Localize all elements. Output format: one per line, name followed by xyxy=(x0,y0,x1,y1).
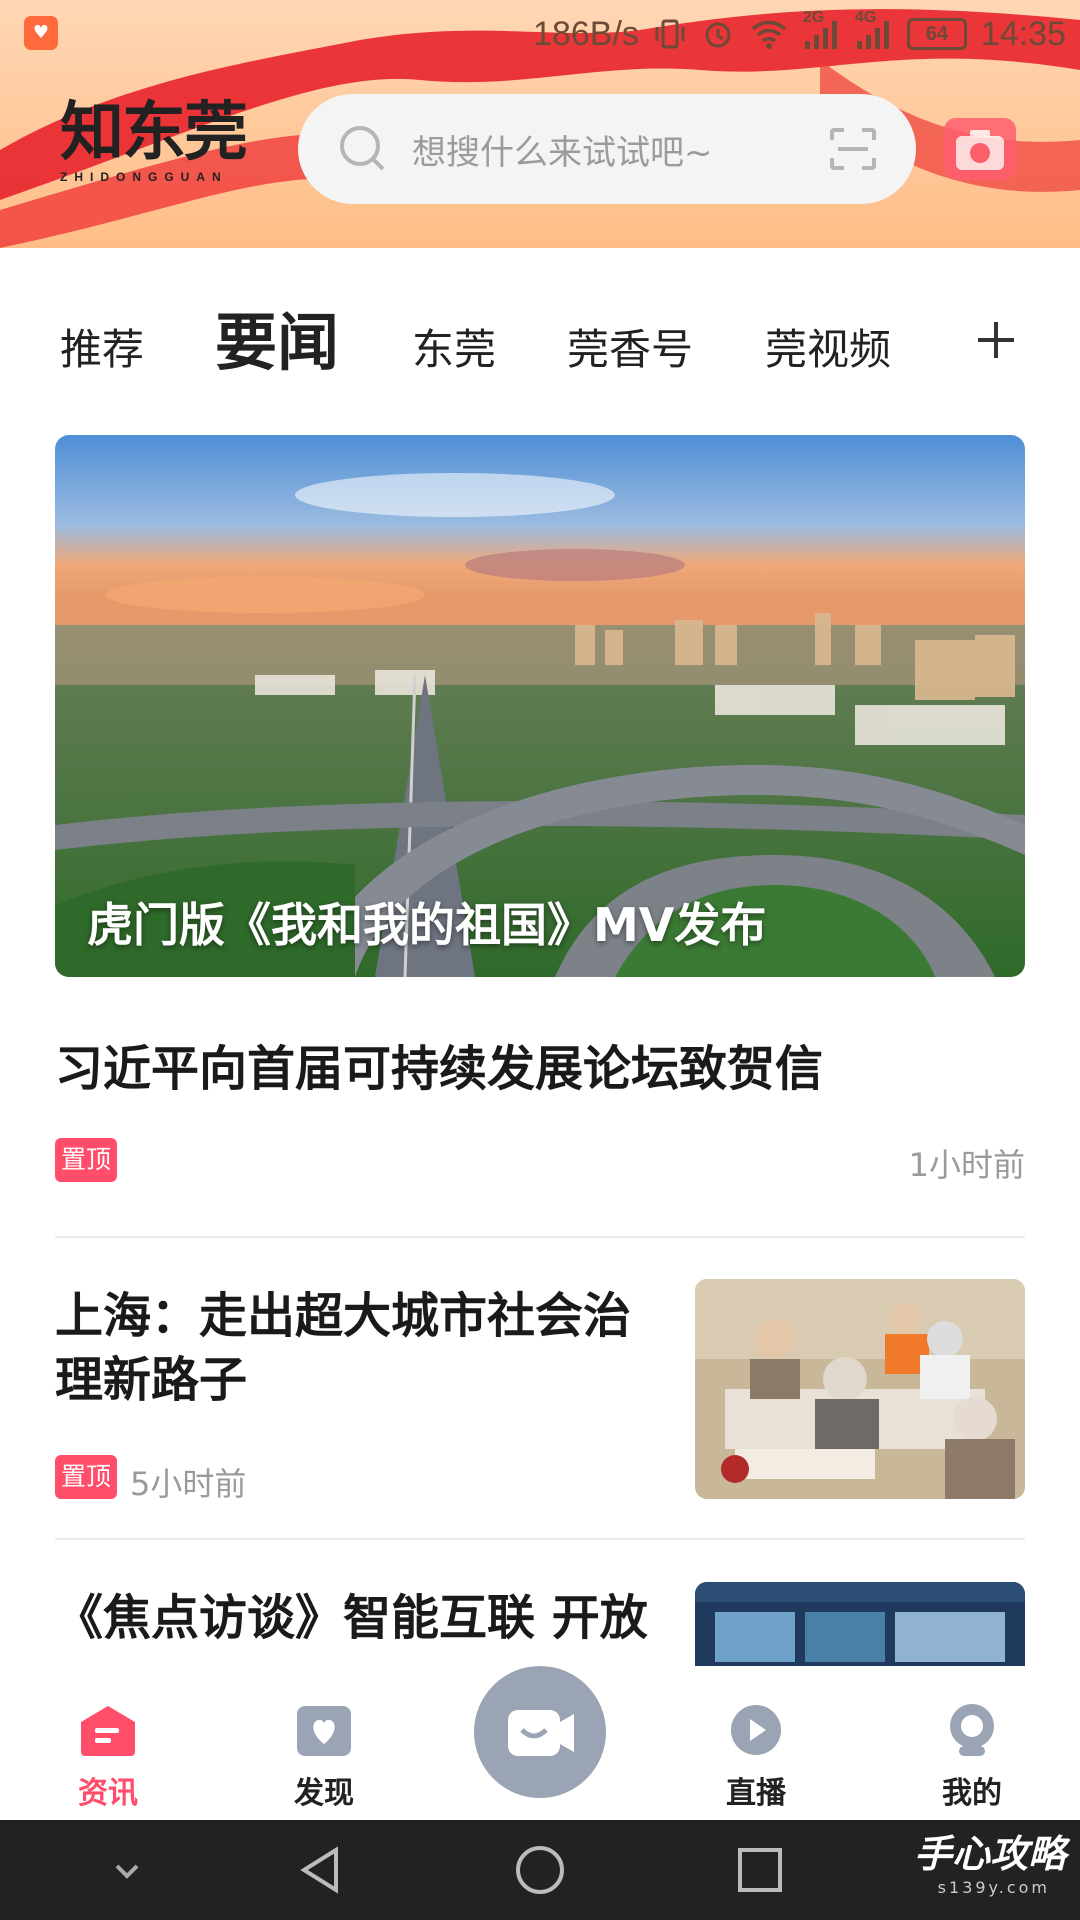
tab-headlines[interactable]: 要闻 xyxy=(215,292,339,382)
search-icon xyxy=(340,126,385,171)
camera-button[interactable] xyxy=(944,118,1016,180)
logo-text: 知东莞 xyxy=(60,96,248,170)
home-icon[interactable] xyxy=(490,1820,590,1920)
search-bar[interactable]: 想搜什么来试试吧~ xyxy=(298,94,916,204)
profile-icon xyxy=(950,1704,994,1756)
news-title-2-line1: 上海：走出超大城市社会治 xyxy=(55,1288,632,1344)
nav-discover[interactable]: 发现 xyxy=(264,1702,384,1812)
nav-profile-label: 我的 xyxy=(942,1776,1002,1811)
status-bar: ♥ 186B/s 2G 4G 64 14:35 xyxy=(0,0,1080,66)
nav-news-label: 资讯 xyxy=(78,1776,138,1811)
vibrate-icon xyxy=(655,19,685,49)
signal-2g: 2G xyxy=(803,9,841,51)
battery-level: 64 xyxy=(925,23,949,45)
hero-banner[interactable]: 虎门版《我和我的祖国》MV发布 xyxy=(55,435,1025,977)
search-placeholder: 想搜什么来试试吧~ xyxy=(412,132,713,173)
tab-guanxianghao[interactable]: 莞香号 xyxy=(567,316,693,377)
add-tab-icon[interactable] xyxy=(972,316,1020,364)
news-time-1: 1小时前 xyxy=(908,1146,1025,1184)
app-logo: 知东莞 ZHIDONGGUAN xyxy=(60,98,260,184)
watermark-text: 手心攻略 xyxy=(913,1832,1066,1876)
nav-shoot-button[interactable] xyxy=(474,1666,606,1798)
pinned-badge: 置顶 xyxy=(55,1455,117,1499)
signal-4g: 4G xyxy=(855,9,893,51)
status-indicators: 186B/s 2G 4G 64 14:35 xyxy=(533,9,1066,56)
network-speed: 186B/s xyxy=(533,14,639,53)
nav-news[interactable]: 资讯 xyxy=(48,1702,168,1812)
hero-caption: 虎门版《我和我的祖国》MV发布 xyxy=(87,898,767,952)
recents-icon[interactable] xyxy=(710,1820,810,1920)
battery-icon: 64 xyxy=(906,18,967,50)
channel-tabs: 推荐 要闻 东莞 莞香号 莞视频 xyxy=(0,262,1080,390)
nav-live-label: 直播 xyxy=(726,1776,786,1811)
nav-profile[interactable]: 我的 xyxy=(912,1702,1032,1812)
tab-dongguan[interactable]: 东莞 xyxy=(412,316,496,377)
video-camera-icon xyxy=(508,1710,574,1756)
system-navigation-bar: 手心攻略 s139y.com xyxy=(0,1820,1080,1920)
watermark-url: s139y.com xyxy=(937,1878,1050,1897)
network-type-4g: 4G xyxy=(854,9,877,26)
health-app-icon: ♥ xyxy=(24,16,58,50)
back-icon[interactable] xyxy=(270,1820,370,1920)
news-item-3[interactable]: 《焦点访谈》智能互联 开放 xyxy=(0,1560,1080,1666)
divider xyxy=(55,1538,1025,1540)
nav-live[interactable]: 直播 xyxy=(696,1702,816,1812)
app-header: ♥ 186B/s 2G 4G 64 14:35 知东莞 ZHIDONGGUAN … xyxy=(0,0,1080,248)
news-title-2[interactable]: 上海：走出超大城市社会治 理新路子 xyxy=(55,1284,675,1412)
divider xyxy=(55,1236,1025,1238)
play-circle-icon xyxy=(731,1705,781,1755)
news-title-2-line2: 理新路子 xyxy=(55,1352,248,1408)
news-title-3: 《焦点访谈》智能互联 开放 xyxy=(55,1590,648,1646)
logo-subtext: ZHIDONGGUAN xyxy=(60,170,228,184)
bottom-navigation: 资讯 发现 直播 我的 xyxy=(0,1666,1080,1820)
clock: 14:35 xyxy=(980,14,1066,53)
elderly-painting-image xyxy=(695,1279,1025,1499)
network-type-2g: 2G xyxy=(802,9,825,26)
tab-recommend[interactable]: 推荐 xyxy=(60,316,144,377)
news-time-2: 5小时前 xyxy=(130,1465,247,1503)
news-thumbnail-3 xyxy=(695,1582,1025,1666)
tab-video[interactable]: 莞视频 xyxy=(765,316,891,377)
hide-keyboard-icon[interactable] xyxy=(77,1820,177,1920)
news-studio-image xyxy=(695,1582,1025,1666)
alarm-icon xyxy=(705,22,731,48)
news-icon xyxy=(81,1706,135,1756)
news-thumbnail-2[interactable] xyxy=(695,1279,1025,1499)
news-title-1[interactable]: 习近平向首届可持续发展论坛致贺信 xyxy=(55,1037,823,1101)
camera-icon xyxy=(956,130,1004,170)
pinned-badge: 置顶 xyxy=(55,1138,117,1182)
wifi-icon xyxy=(751,20,787,49)
nav-discover-label: 发现 xyxy=(294,1776,354,1811)
discover-icon xyxy=(297,1706,351,1756)
scan-icon[interactable] xyxy=(828,126,878,172)
